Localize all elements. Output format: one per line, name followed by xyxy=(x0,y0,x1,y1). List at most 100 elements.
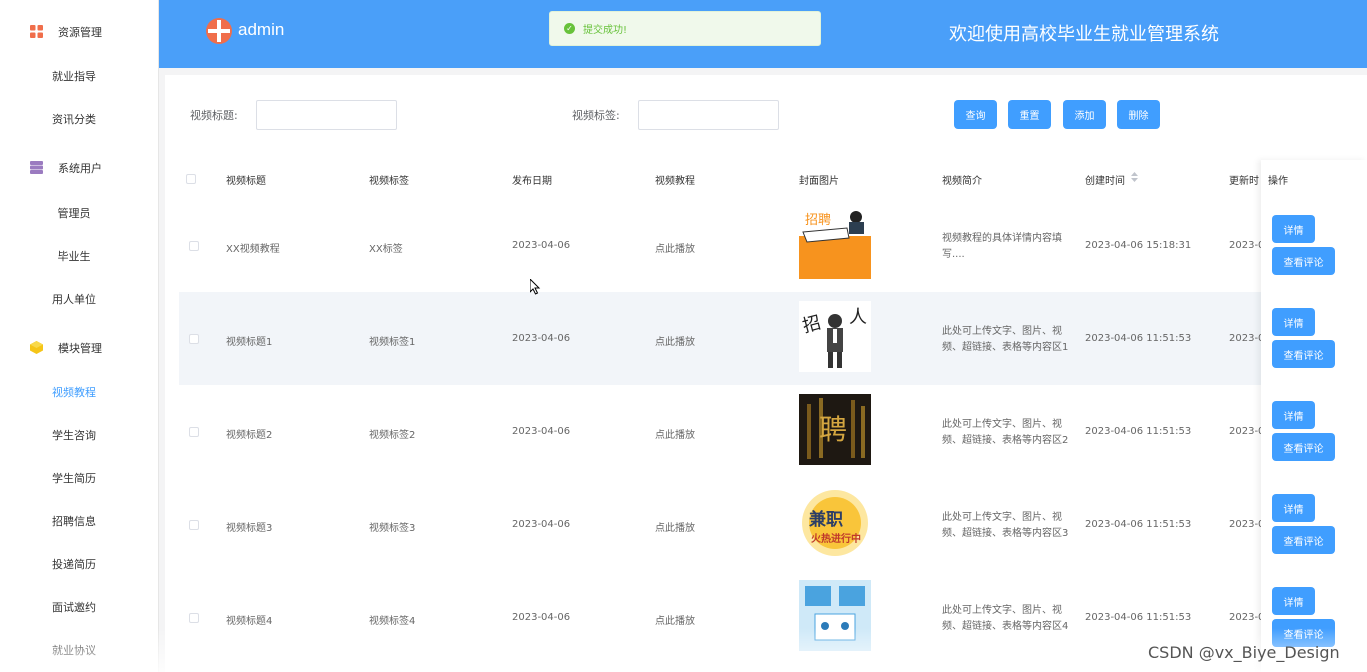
cell-title: 视频标题2 xyxy=(226,430,273,441)
detail-button[interactable]: 详情 xyxy=(1272,308,1315,336)
add-button[interactable]: 添加 xyxy=(1063,100,1106,129)
cell-date: 2023-04-06 xyxy=(512,519,571,530)
main-content: 视频标题: 视频标签: 查询 重置 添加 删除 视频标题 视频标签 发布日期 视… xyxy=(165,75,1367,672)
detail-button[interactable]: 详情 xyxy=(1272,215,1315,243)
cover-image: 招 人 xyxy=(799,301,871,372)
svg-text:人: 人 xyxy=(849,307,867,328)
cover-image xyxy=(799,580,871,651)
admin-username[interactable]: admin xyxy=(238,20,284,40)
table-row: 视频标题2 视频标签2 2023-04-06 点此播放 聘 此处可上传文字、图片… xyxy=(179,385,1347,478)
menu-group-modules[interactable]: 模块管理 xyxy=(0,326,159,369)
cell-updated: 2023-0 xyxy=(1229,426,1265,437)
cell-title: XX视频教程 xyxy=(226,244,280,255)
table-row: 视频标题3 视频标签3 2023-04-06 点此播放 兼职 火热进行中 此处可… xyxy=(179,478,1347,571)
sidebar-item-video-tutorial[interactable]: 视频教程 xyxy=(0,370,148,413)
sidebar-item-graduate[interactable]: 毕业生 xyxy=(0,234,148,277)
cell-tag: 视频标签3 xyxy=(369,523,416,534)
cube-icon xyxy=(30,341,43,354)
cell-intro: 视频教程的具体详情内容填写.... xyxy=(942,233,1062,260)
column-header-created[interactable]: 创建时间 xyxy=(1085,172,1125,187)
watermark: CSDN @vx_Biye_Design xyxy=(1148,643,1340,662)
success-toast: ✓ 提交成功! xyxy=(549,11,821,46)
row-checkbox[interactable] xyxy=(189,613,199,623)
title-search-label: 视频标题: xyxy=(190,109,238,122)
row-checkbox[interactable] xyxy=(189,241,199,251)
cell-title: 视频标题1 xyxy=(226,337,273,348)
cell-intro: 此处可上传文字、图片、视频、超链接、表格等内容区1 xyxy=(942,326,1069,353)
tag-search-input[interactable] xyxy=(638,100,779,130)
menu-group-system-users[interactable]: 系统用户 xyxy=(0,146,159,189)
view-comments-button[interactable]: 查看评论 xyxy=(1272,433,1335,461)
table-row: XX视频教程 XX标签 2023-04-06 点此播放 招聘 视频教程的具体详情… xyxy=(179,199,1347,292)
row-checkbox[interactable] xyxy=(189,427,199,437)
sidebar-item-student-resume[interactable]: 学生简历 xyxy=(0,456,148,499)
cell-title: 视频标题3 xyxy=(226,523,273,534)
logo-icon xyxy=(206,18,232,44)
sidebar-item-career-guide[interactable]: 就业指导 xyxy=(0,54,148,97)
sidebar-item-admin[interactable]: 管理员 xyxy=(0,191,148,234)
cell-updated: 2023-0 xyxy=(1229,333,1265,344)
grid-icon xyxy=(30,25,43,38)
cell-intro: 此处可上传文字、图片、视频、超链接、表格等内容区3 xyxy=(942,512,1069,539)
select-all-checkbox[interactable] xyxy=(186,174,196,184)
cell-updated: 2023-0 xyxy=(1229,612,1265,623)
cell-created: 2023-04-06 11:51:53 xyxy=(1085,519,1192,530)
cell-tag: 视频标签1 xyxy=(369,337,416,348)
database-icon xyxy=(30,161,43,174)
play-link[interactable]: 点此播放 xyxy=(655,333,695,348)
cell-updated: 2023-0 xyxy=(1229,519,1265,530)
play-link[interactable]: 点此播放 xyxy=(655,240,695,255)
view-comments-button[interactable]: 查看评论 xyxy=(1272,340,1335,368)
cell-intro: 此处可上传文字、图片、视频、超链接、表格等内容区4 xyxy=(942,605,1069,632)
sidebar-item-employer[interactable]: 用人单位 xyxy=(0,277,148,320)
detail-button[interactable]: 详情 xyxy=(1272,401,1315,429)
mouse-cursor-icon xyxy=(530,279,541,295)
table-row: 视频标题1 视频标签1 2023-04-06 点此播放 招 人 此处可上传文字、… xyxy=(179,292,1347,385)
toast-message: 提交成功! xyxy=(583,25,628,36)
play-link[interactable]: 点此播放 xyxy=(655,426,695,441)
row-checkbox[interactable] xyxy=(189,520,199,530)
sidebar-item-submit-resume[interactable]: 投递简历 xyxy=(0,542,148,585)
cell-title: 视频标题4 xyxy=(226,616,273,627)
cell-created: 2023-04-06 11:51:53 xyxy=(1085,333,1192,344)
column-header-video: 视频教程 xyxy=(655,176,695,187)
sidebar-item-interview-invite[interactable]: 面试邀约 xyxy=(0,585,148,628)
menu-group-resource[interactable]: 资源管理 xyxy=(0,10,159,53)
cover-image: 聘 xyxy=(799,394,871,465)
detail-button[interactable]: 详情 xyxy=(1272,494,1315,522)
view-comments-button[interactable]: 查看评论 xyxy=(1272,526,1335,554)
column-header-tag: 视频标签 xyxy=(369,176,409,187)
svg-text:火热进行中: 火热进行中 xyxy=(811,532,861,545)
svg-text:招: 招 xyxy=(800,312,823,337)
menu-group-label: 系统用户 xyxy=(58,161,102,175)
reset-button[interactable]: 重置 xyxy=(1008,100,1051,129)
sidebar-item-employment-agreement[interactable]: 就业协议 xyxy=(0,628,148,671)
view-comments-button[interactable]: 查看评论 xyxy=(1272,247,1335,275)
column-header-updated: 更新时 xyxy=(1229,176,1259,187)
menu-group-label: 资源管理 xyxy=(58,25,102,39)
sidebar-item-news-category[interactable]: 资讯分类 xyxy=(0,97,148,140)
column-header-intro: 视频简介 xyxy=(942,176,982,187)
cell-tag: XX标签 xyxy=(369,244,403,255)
play-link[interactable]: 点此播放 xyxy=(655,519,695,534)
column-header-title: 视频标题 xyxy=(226,176,266,187)
system-title: 欢迎使用高校毕业生就业管理系统 xyxy=(949,24,1219,45)
sidebar: 资源管理 就业指导 资讯分类 系统用户 管理员 毕业生 用人单位 模块管理 视频… xyxy=(0,0,159,672)
play-link[interactable]: 点此播放 xyxy=(655,612,695,627)
cell-intro: 此处可上传文字、图片、视频、超链接、表格等内容区2 xyxy=(942,419,1069,446)
column-header-cover: 封面图片 xyxy=(799,176,839,187)
svg-text:招聘: 招聘 xyxy=(805,213,831,228)
operations-column: 操作 详情 查看评论 详情 查看评论 详情 查看评论 详情 查看评论 详情 查看… xyxy=(1261,160,1367,672)
cell-created: 2023-04-06 15:18:31 xyxy=(1085,240,1192,251)
sort-icon[interactable] xyxy=(1131,172,1138,182)
query-button[interactable]: 查询 xyxy=(954,100,997,129)
sidebar-item-student-consult[interactable]: 学生咨询 xyxy=(0,413,148,456)
row-checkbox[interactable] xyxy=(189,334,199,344)
sidebar-item-job-postings[interactable]: 招聘信息 xyxy=(0,499,148,542)
svg-text:聘: 聘 xyxy=(819,413,847,446)
delete-button[interactable]: 删除 xyxy=(1117,100,1160,129)
tag-search-label: 视频标签: xyxy=(572,109,620,122)
detail-button[interactable]: 详情 xyxy=(1272,587,1315,615)
cover-image: 兼职 火热进行中 xyxy=(799,487,871,558)
title-search-input[interactable] xyxy=(256,100,397,130)
